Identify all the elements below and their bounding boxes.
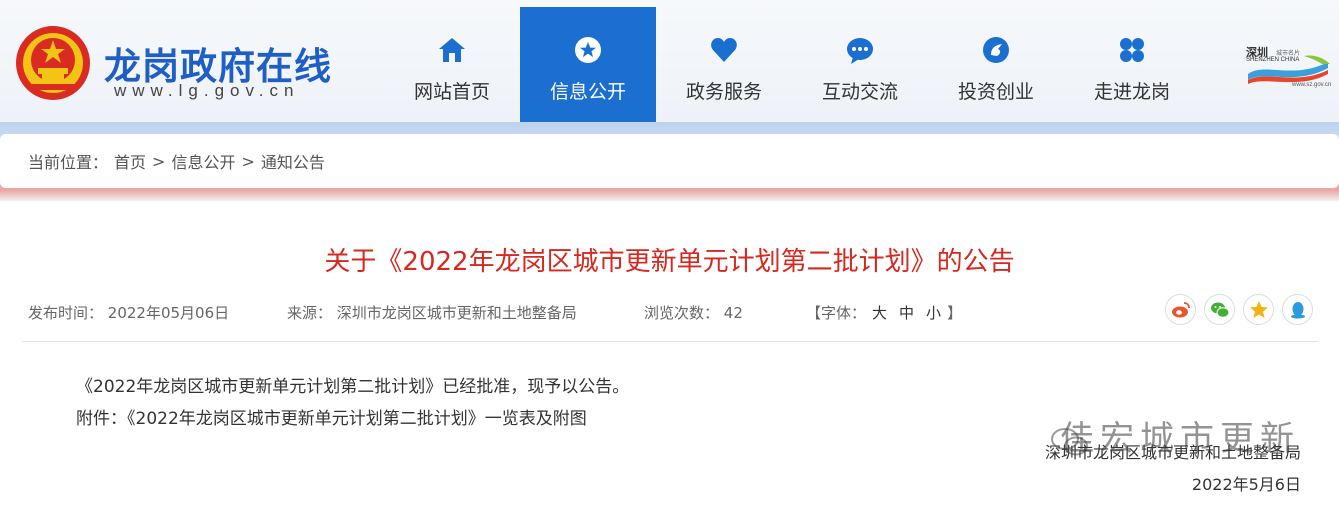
star-circle-icon: [573, 35, 603, 65]
weibo-icon: [1171, 301, 1190, 317]
wechat-icon: [1210, 302, 1229, 318]
nav-item-home[interactable]: 网站首页: [384, 7, 520, 122]
publish-label: 发布时间：: [28, 304, 104, 322]
share-qq-button[interactable]: [1282, 294, 1313, 325]
font-label-open: 【字体：: [806, 304, 867, 322]
nav-item-investment[interactable]: 投资创业: [928, 7, 1064, 122]
nav-label: 互动交流: [821, 81, 898, 103]
breadcrumb: 当前位置： 首页 > 信息公开 > 通知公告: [0, 134, 1339, 188]
article-title: 关于《2022年龙岗区城市更新单元计划第二批计划》的公告: [324, 247, 1015, 277]
share-weibo-button[interactable]: [1165, 294, 1196, 325]
grid-icon: [1117, 35, 1147, 65]
views-label: 浏览次数：: [644, 304, 720, 322]
views-value: 42: [723, 304, 743, 322]
meta-divider: [22, 341, 1318, 342]
site-url: www.lg.gov.cn: [114, 81, 300, 100]
shenzhen-logo[interactable]: 深圳 城市名片 SHENZHEN CHINA www.sz.gov.cn: [1244, 44, 1334, 92]
main-nav: 网站首页 信息公开 政务服务 互动交流 投资创业 走进龙岗: [384, 7, 1200, 122]
article-body: 《2022年龙岗区城市更新单元计划第二批计划》已经批准，现予以公告。 附件：《2…: [76, 371, 629, 435]
breadcrumb-prefix: 当前位置：: [28, 153, 109, 172]
share-wechat-button[interactable]: [1204, 294, 1235, 325]
share-buttons: [1165, 294, 1313, 325]
nav-item-about-longgang[interactable]: 走进龙岗: [1064, 7, 1200, 122]
publish-value: 2022年05月06日: [107, 304, 230, 322]
source-label: 来源：: [287, 304, 333, 322]
article-paragraph: 《2022年龙岗区城市更新单元计划第二批计划》已经批准，现予以公告。: [76, 377, 630, 397]
article-card: 关于《2022年龙岗区城市更新单元计划第二批计划》的公告 发布时间： 2022年…: [0, 201, 1339, 506]
nav-label: 信息公开: [549, 81, 626, 103]
font-small-button[interactable]: 小: [926, 304, 941, 322]
attachment-link[interactable]: 《2022年龙岗区城市更新单元计划第二批计划》一览表及附图: [127, 409, 587, 429]
source-value: 深圳市龙岗区城市更新和土地整备局: [336, 304, 577, 322]
svg-text:城市名片: 城市名片: [1276, 49, 1300, 57]
home-icon: [437, 35, 467, 65]
breadcrumb-separator: >: [241, 151, 255, 171]
share-qzone-button[interactable]: [1243, 294, 1274, 325]
signature-date: 2022年5月6日: [1191, 475, 1301, 494]
national-emblem-icon: [16, 26, 90, 100]
watermark-text: 佳宏城市更新: [1060, 419, 1300, 459]
partner-logo-text: SHENZHEN CHINA: [1246, 57, 1300, 63]
source: 来源： 深圳市龙岗区城市更新和土地整备局: [287, 302, 577, 323]
qq-icon: [1290, 301, 1305, 318]
nav-item-gov-services[interactable]: 政务服务: [656, 7, 792, 122]
view-count: 浏览次数： 42: [644, 302, 743, 323]
font-size-selector: 【字体： 大中小】: [806, 302, 962, 323]
nav-label: 政务服务: [685, 81, 762, 103]
site-header: 龙岗政府在线 www.lg.gov.cn 网站首页 信息公开 政务服务 互动交流: [0, 0, 1339, 122]
font-large-button[interactable]: 大: [872, 304, 887, 322]
breadcrumb-info-link[interactable]: 信息公开: [171, 149, 235, 173]
nav-label: 走进龙岗: [1093, 81, 1170, 103]
breadcrumb-home-link[interactable]: 首页: [114, 149, 146, 173]
nav-item-interaction[interactable]: 互动交流: [792, 7, 928, 122]
partner-logo-url: www.sz.gov.cn: [1292, 82, 1332, 88]
nav-label: 投资创业: [957, 81, 1034, 103]
font-medium-button[interactable]: 中: [899, 304, 914, 322]
attachment-line: 附件：《2022年龙岗区城市更新单元计划第二批计划》一览表及附图: [76, 403, 629, 435]
publish-date: 发布时间： 2022年05月06日: [28, 302, 229, 323]
breadcrumb-notice-link[interactable]: 通知公告: [261, 149, 325, 173]
breadcrumb-separator: >: [152, 151, 166, 171]
nav-label: 网站首页: [413, 81, 490, 103]
compass-icon: [981, 35, 1011, 65]
attachment-label: 附件：: [76, 409, 127, 429]
chat-icon: [845, 35, 875, 65]
heart-icon: [709, 35, 739, 65]
nav-item-info-disclosure[interactable]: 信息公开: [520, 7, 656, 122]
font-label-close: 】: [947, 304, 963, 322]
qzone-star-icon: [1249, 300, 1268, 318]
